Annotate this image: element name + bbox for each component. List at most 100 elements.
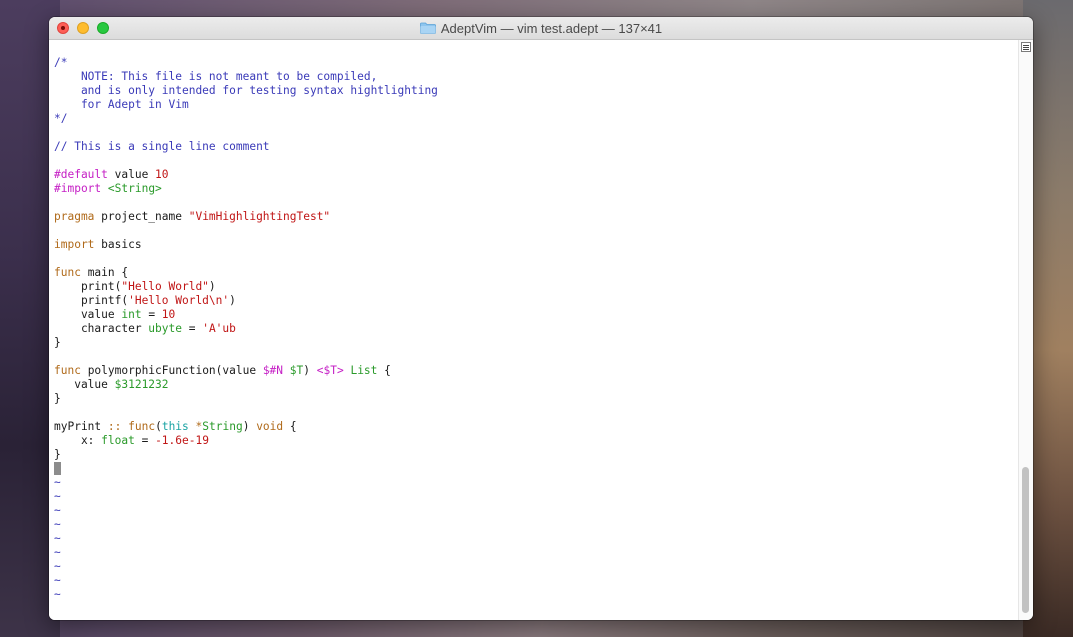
code-token: $3121232 [114,378,169,391]
terminal-content[interactable]: /* NOTE: This file is not meant to be co… [49,40,1019,620]
code-token: this [161,420,189,433]
code-token: = [181,322,203,335]
code-line: ~ [54,504,438,518]
code-line: ~ [54,546,438,560]
code-token: "VimHighlightingTest" [188,210,331,223]
code-line: x: float = -1.6e-19 [54,434,438,448]
code-line: ~ [54,476,438,490]
code-line: value $3121232 [54,378,438,392]
code-token: basics [94,238,142,251]
code-token: func [54,364,81,377]
code-token: #default [54,168,108,181]
code-line: func main { [54,266,438,280]
vertical-scrollbar[interactable] [1018,40,1033,620]
code-token: -1.6e-19 [155,434,209,447]
code-token: <$T> [316,364,344,377]
code-token: ) [229,294,236,307]
code-token: value [107,168,156,181]
code-token: ~ [54,490,61,503]
code-token: List [350,364,378,377]
code-token: for Adept in Vim [54,98,189,111]
code-token: value [54,308,122,321]
code-token: } [54,448,61,461]
code-token: void [256,420,284,433]
code-line: */ [54,112,438,126]
code-token: character [54,322,149,335]
code-token: // This is a single line comment [54,140,270,153]
code-token: and is only intended for testing syntax … [54,84,438,97]
code-token: polymorphicFunction(value [80,364,263,377]
code-token: String [202,420,243,433]
code-token: import [54,238,95,251]
code-token: x: [54,434,102,447]
text-cursor [54,462,61,475]
code-token: */ [54,112,68,125]
code-token: func [54,266,81,279]
code-line: ~ [54,518,438,532]
code-token: ~ [54,560,61,573]
code-token: ~ [54,504,61,517]
code-token: $T [289,364,304,377]
vim-buffer[interactable]: /* NOTE: This file is not meant to be co… [54,56,438,602]
code-token: myPrint [54,420,108,433]
code-token: func [128,420,156,433]
folder-icon [419,22,436,34]
code-token: :: [107,420,122,433]
code-line: // This is a single line comment [54,140,438,154]
scrollbar-thumb[interactable] [1022,467,1029,613]
code-token: int [121,308,142,321]
code-line: for Adept in Vim [54,98,438,112]
code-token: NOTE: This file is not meant to be compi… [54,70,378,83]
code-line: } [54,336,438,350]
code-token: #import [54,182,102,195]
code-token: ~ [54,546,61,559]
code-token: ~ [54,518,61,531]
code-token: main { [80,266,129,279]
window-title-group: AdeptVim — vim test.adept — 137×41 [49,17,1033,39]
code-token: ) [303,364,317,377]
window-title: AdeptVim — vim test.adept — 137×41 [440,20,663,36]
code-line: ~ [54,532,438,546]
code-line: value int = 10 [54,308,438,322]
terminal-window: AdeptVim — vim test.adept — 137×41 /* NO… [49,17,1033,620]
code-token: ) [242,420,257,433]
code-token: } [54,392,61,405]
title-bar[interactable]: AdeptVim — vim test.adept — 137×41 [49,17,1033,40]
code-token: 10 [161,308,176,321]
code-line: } [54,392,438,406]
code-token: ~ [54,588,61,601]
code-line: pragma project_name "VimHighlightingTest… [54,210,438,224]
code-line: print("Hello World") [54,280,438,294]
code-token: <String> [107,182,162,195]
code-token: pragma [54,210,95,223]
code-line: character ubyte = 'A'ub [54,322,438,336]
code-token: project_name [94,210,189,223]
code-line: import basics [54,238,438,252]
code-token: ) [208,280,216,293]
code-line: NOTE: This file is not meant to be compi… [54,70,438,84]
code-line: #import <String> [54,182,438,196]
code-token: ~ [54,574,61,587]
code-token: float [101,434,135,447]
code-token: /* [54,56,68,69]
code-token: 10 [155,168,169,181]
code-line: func polymorphicFunction(value $#N $T) <… [54,364,438,378]
code-token: "Hello World" [121,280,209,293]
code-token: 'Hello World\n' [128,294,230,307]
list-icon[interactable] [1021,42,1031,52]
code-line [54,462,438,476]
code-line: ~ [54,560,438,574]
code-line: ~ [54,490,438,504]
code-token: = [134,434,156,447]
code-line: and is only intended for testing syntax … [54,84,438,98]
code-token: { [377,364,391,377]
code-line: ~ [54,574,438,588]
